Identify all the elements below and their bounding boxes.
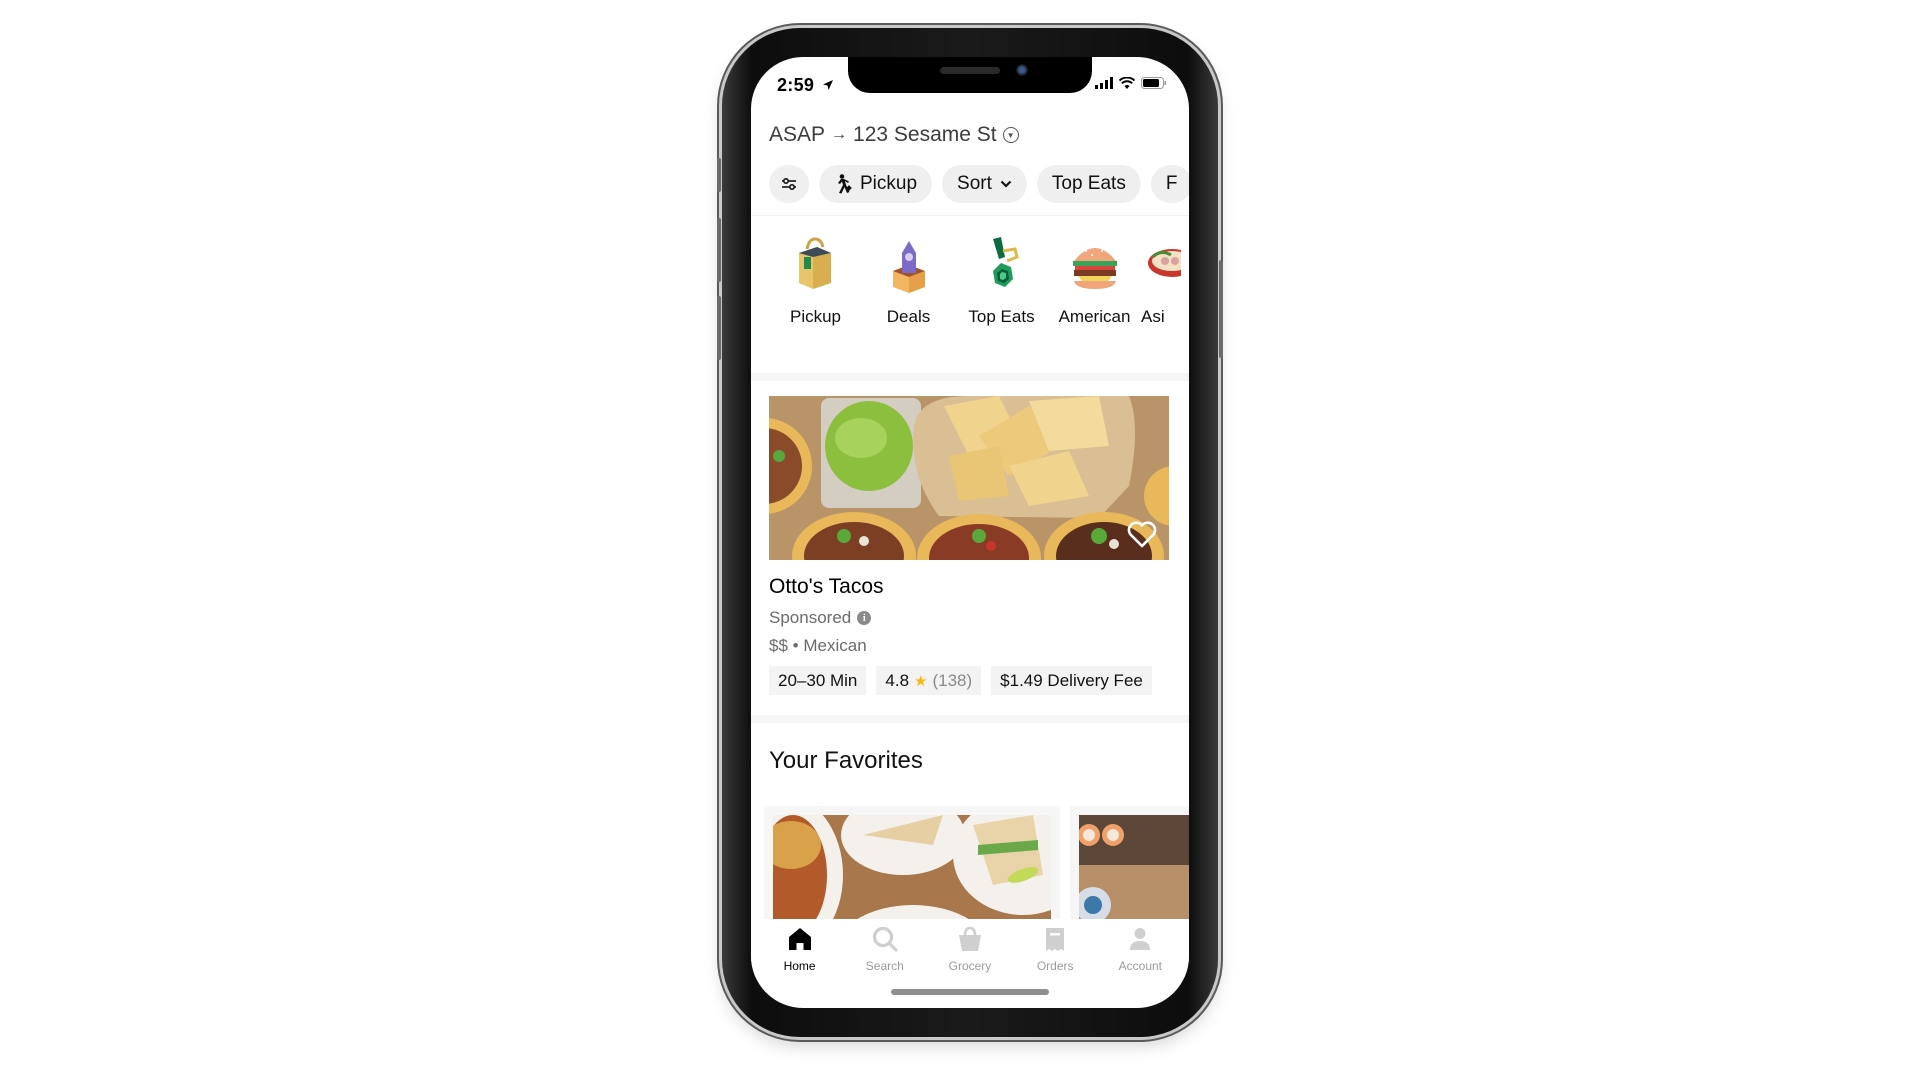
speaker bbox=[940, 67, 1000, 74]
delivery-address-selector[interactable]: ASAP → 123 Sesame St ▼ bbox=[769, 123, 1019, 147]
asian-bowl-icon bbox=[1141, 233, 1181, 295]
receipt-icon bbox=[1046, 928, 1065, 951]
truncated-chip-label: F bbox=[1165, 173, 1178, 194]
heart-outline-icon[interactable] bbox=[1127, 520, 1157, 548]
nav-grocery[interactable]: Grocery bbox=[930, 919, 1010, 979]
category-deals[interactable]: Deals bbox=[862, 233, 955, 327]
category-top-eats[interactable]: Top Eats bbox=[955, 233, 1048, 327]
nav-search-label: Search bbox=[865, 959, 904, 973]
rating-value: 4.8 bbox=[885, 670, 910, 690]
top-eats-chip-label: Top Eats bbox=[1051, 173, 1126, 194]
delivery-fee-pill: $1.49 Delivery Fee bbox=[991, 666, 1152, 695]
price-level: $$ bbox=[769, 636, 788, 655]
nav-grocery-label: Grocery bbox=[948, 959, 992, 973]
category-pickup-label: Pickup bbox=[789, 307, 842, 326]
pickup-chip[interactable]: Pickup bbox=[819, 165, 933, 203]
nav-orders-label: Orders bbox=[1036, 959, 1074, 973]
nav-account[interactable]: Account bbox=[1100, 919, 1180, 979]
top-eats-medal-icon bbox=[971, 233, 1033, 295]
truncated-chip[interactable]: F bbox=[1150, 165, 1189, 203]
star-icon: ★ bbox=[914, 672, 928, 690]
sort-chip-label: Sort bbox=[957, 173, 992, 194]
category-top-eats-label: Top Eats bbox=[968, 307, 1035, 326]
restaurant-name[interactable]: Otto's Tacos bbox=[769, 575, 884, 599]
featured-restaurant-image[interactable] bbox=[769, 396, 1169, 560]
category-deals-label: Deals bbox=[886, 307, 931, 326]
restaurant-pills: 20–30 Min 4.8 ★ (138) $1.49 Delivery Fee bbox=[769, 666, 1152, 695]
filter-sliders-icon bbox=[782, 177, 796, 191]
filter-chips: Pickup Sort Top Eats F bbox=[769, 165, 1189, 203]
nav-home-label: Home bbox=[783, 959, 816, 973]
nav-account-label: Account bbox=[1118, 959, 1163, 973]
divider bbox=[751, 215, 1189, 216]
cuisine: Mexican bbox=[803, 636, 867, 655]
front-camera bbox=[1016, 64, 1028, 76]
bottom-navigation: Home Search Grocery Orders Account bbox=[751, 919, 1189, 979]
category-asian-label: Asi bbox=[1141, 307, 1165, 326]
nav-home[interactable]: Home bbox=[760, 919, 840, 979]
wifi-icon bbox=[1119, 77, 1135, 89]
status-time-text: 2:59 bbox=[777, 75, 815, 95]
category-asian[interactable]: Asi bbox=[1141, 233, 1181, 327]
notch bbox=[848, 57, 1092, 93]
category-pickup[interactable]: Pickup bbox=[769, 233, 862, 327]
phone-frame: 2:59 ASAP → 123 Sesame St ▼ Pickup Sort … bbox=[717, 28, 1223, 1037]
delivery-time: 20–30 Min bbox=[778, 670, 858, 690]
restaurant-meta: $$ • Mexican bbox=[769, 636, 867, 656]
filter-button[interactable] bbox=[769, 165, 809, 203]
search-icon bbox=[872, 926, 898, 952]
status-time: 2:59 bbox=[777, 75, 834, 96]
section-divider bbox=[751, 373, 1189, 381]
volume-down-button bbox=[717, 296, 721, 360]
home-icon bbox=[788, 928, 811, 950]
review-count: (138) bbox=[932, 670, 973, 690]
person-icon bbox=[1130, 928, 1151, 950]
cellular-signal-icon bbox=[1095, 77, 1113, 89]
sort-chip[interactable]: Sort bbox=[942, 165, 1027, 203]
chevron-down-circle-icon[interactable]: ▼ bbox=[1002, 127, 1019, 143]
grocery-bag-icon bbox=[958, 926, 981, 951]
home-indicator[interactable] bbox=[891, 989, 1049, 995]
status-icons bbox=[1095, 77, 1167, 89]
burger-icon bbox=[1064, 233, 1126, 295]
delivery-time-option: ASAP bbox=[769, 123, 826, 146]
pickup-bag-icon bbox=[785, 233, 847, 295]
pickup-chip-label: Pickup bbox=[860, 173, 918, 194]
arrow-separator: → bbox=[831, 126, 848, 143]
category-carousel: Pickup Deals Top Eats American Asi bbox=[769, 233, 1181, 327]
power-button bbox=[1219, 260, 1223, 358]
mute-switch bbox=[717, 158, 721, 192]
sponsored-label: Sponsored i bbox=[769, 608, 872, 628]
info-icon[interactable]: i bbox=[857, 611, 872, 625]
sponsored-text: Sponsored bbox=[769, 608, 852, 627]
delivery-time-pill: 20–30 Min bbox=[769, 666, 867, 695]
walking-person-icon bbox=[838, 174, 852, 194]
meta-separator: • bbox=[792, 636, 799, 655]
favorites-title: Your Favorites bbox=[769, 747, 923, 774]
top-eats-chip[interactable]: Top Eats bbox=[1036, 165, 1141, 203]
section-divider bbox=[751, 715, 1189, 723]
app-screen: 2:59 ASAP → 123 Sesame St ▼ Pickup Sort … bbox=[751, 57, 1189, 1008]
chevron-down-icon bbox=[1000, 180, 1012, 188]
volume-up-button bbox=[717, 218, 721, 282]
nav-search[interactable]: Search bbox=[845, 919, 925, 979]
category-american[interactable]: American bbox=[1048, 233, 1141, 327]
category-american-label: American bbox=[1058, 307, 1131, 326]
nav-orders[interactable]: Orders bbox=[1015, 919, 1095, 979]
battery-icon bbox=[1141, 77, 1166, 89]
delivery-address: 123 Sesame St bbox=[853, 123, 997, 146]
location-arrow-icon bbox=[822, 80, 833, 90]
deals-tag-icon bbox=[878, 233, 940, 295]
rating-pill: 4.8 ★ (138) bbox=[876, 666, 982, 695]
delivery-fee: $1.49 Delivery Fee bbox=[1000, 670, 1143, 690]
